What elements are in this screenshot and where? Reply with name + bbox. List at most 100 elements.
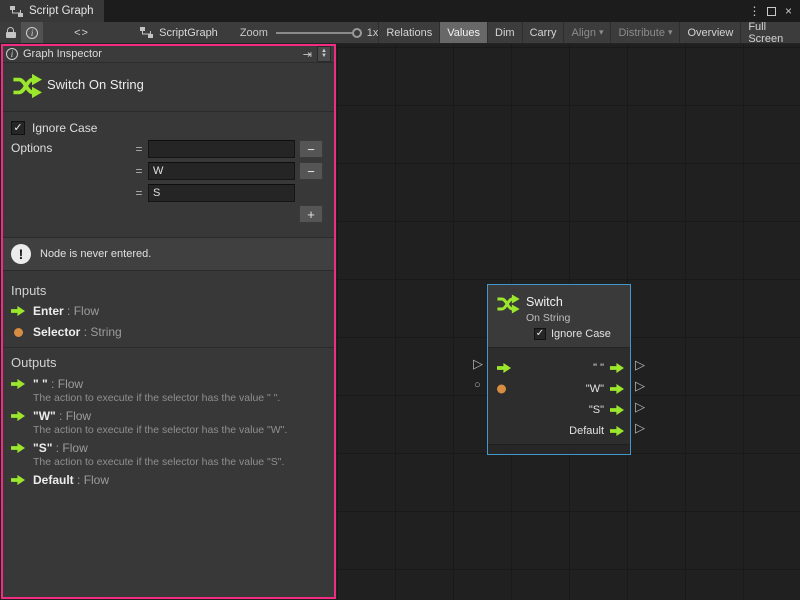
graph-breadcrumb[interactable]: ScriptGraph — [132, 22, 226, 43]
info-icon: i — [26, 27, 38, 39]
graph-inspector-panel: i Graph Inspector ⇥ ▲ ▼ Switch On String… — [1, 44, 336, 599]
output-port-icon[interactable]: ▷ — [635, 400, 645, 413]
node-output-label: "S" — [589, 404, 604, 416]
node-ignore-case-checkbox[interactable]: ✓ — [534, 328, 546, 340]
options-list: = − = − = + + — [130, 138, 323, 224]
selector-input-port-icon[interactable]: ○ — [474, 380, 481, 391]
drag-handle-icon[interactable]: = — [130, 186, 148, 200]
ignore-case-label: Ignore Case — [32, 121, 97, 135]
port-description: The action to execute if the selector ha… — [33, 456, 326, 468]
dim-button[interactable]: Dim — [487, 22, 522, 43]
output-port-icon[interactable]: ▷ — [635, 421, 645, 434]
flow-arrow-icon — [11, 306, 25, 316]
window-controls: ⋮ × — [746, 0, 800, 22]
maximize-icon[interactable] — [763, 3, 780, 20]
flow-arrow-icon[interactable] — [610, 426, 624, 436]
option-input[interactable] — [148, 184, 295, 202]
info-icon: i — [6, 48, 18, 60]
fullscreen-button[interactable]: Full Screen — [740, 22, 800, 43]
node-port-row: "S" — [488, 399, 630, 420]
port-name: "W" — [33, 409, 56, 423]
output-port-row: " " : Flow — [3, 377, 334, 392]
check-icon: ✓ — [13, 123, 22, 134]
warning-text: Node is never entered. — [40, 248, 151, 260]
option-row: = + — [130, 182, 323, 204]
lock-button[interactable] — [0, 22, 21, 43]
output-port-icon[interactable]: ▷ — [635, 379, 645, 392]
zoom-label: Zoom — [240, 22, 268, 43]
option-row: = − — [130, 160, 323, 182]
port-name: "S" — [33, 441, 52, 455]
dock-icon[interactable]: ⇥ — [303, 48, 312, 61]
flow-arrow-icon — [11, 411, 25, 421]
inspected-node-title: Switch On String — [47, 77, 144, 92]
node-footer — [488, 444, 630, 454]
zoom-slider-track — [276, 32, 362, 34]
flow-arrow-icon[interactable] — [497, 363, 511, 373]
scroll-spinner[interactable]: ▲ ▼ — [317, 46, 331, 62]
output-port-row: Default : Flow — [3, 473, 334, 488]
zoom-slider-handle[interactable] — [352, 28, 362, 38]
port-description: The action to execute if the selector ha… — [33, 424, 326, 436]
port-type: Flow — [62, 441, 87, 455]
inputs-section-title: Inputs — [11, 283, 46, 298]
option-input[interactable] — [148, 140, 295, 158]
window-titlebar: Script Graph ⋮ × — [0, 0, 800, 22]
port-name: " " — [33, 377, 48, 391]
value-dot-icon[interactable] — [497, 384, 506, 393]
flow-arrow-icon — [11, 443, 25, 453]
zoom-slider[interactable] — [276, 22, 362, 43]
input-port-row: Selector : String — [3, 325, 334, 340]
align-button[interactable]: Align ▾ — [563, 22, 610, 43]
output-port-icon[interactable]: ▷ — [635, 358, 645, 371]
add-option-button[interactable]: + — [299, 205, 323, 223]
node-header[interactable]: Switch On String ✓ Ignore Case — [488, 285, 630, 348]
flow-arrow-icon[interactable] — [610, 384, 624, 394]
flow-arrow-icon[interactable] — [610, 405, 624, 415]
overview-button[interactable]: Overview — [679, 22, 740, 43]
code-preview-button[interactable]: <> — [67, 22, 96, 43]
close-icon[interactable]: × — [780, 3, 797, 20]
values-button[interactable]: Values — [439, 22, 487, 43]
graph-icon — [10, 6, 23, 17]
relations-button[interactable]: Relations — [378, 22, 439, 43]
tab-title: Script Graph — [29, 5, 94, 17]
switch-icon — [12, 73, 42, 99]
align-label: Align — [571, 27, 595, 39]
inspector-title: Graph Inspector — [23, 48, 102, 60]
node-port-row: "W" — [488, 378, 630, 399]
node-output-label: "W" — [586, 383, 604, 395]
node-subtitle: On String — [526, 312, 570, 324]
option-input[interactable] — [148, 162, 295, 180]
graph-name: ScriptGraph — [159, 27, 218, 39]
input-port-row: Enter : Flow — [3, 304, 334, 319]
remove-option-button[interactable]: − — [299, 140, 323, 158]
flow-arrow-icon — [11, 475, 25, 485]
flow-arrow-icon — [11, 379, 25, 389]
window-menu-icon[interactable]: ⋮ — [746, 3, 763, 20]
flow-arrow-icon[interactable] — [610, 363, 624, 373]
drag-handle-icon[interactable]: = — [130, 142, 148, 156]
port-type: Flow — [84, 473, 109, 487]
option-row: = − — [130, 138, 323, 160]
output-port-row: "S" : Flow — [3, 441, 334, 456]
drag-handle-icon[interactable]: = — [130, 164, 148, 178]
carry-button[interactable]: Carry — [522, 22, 564, 43]
warning-icon: ! — [11, 244, 31, 264]
remove-option-button[interactable]: − — [299, 162, 323, 180]
port-type: Flow — [58, 377, 83, 391]
distribute-button[interactable]: Distribute ▾ — [610, 22, 679, 43]
node-title-section: Switch On String — [3, 63, 334, 112]
port-name: Default — [33, 473, 74, 487]
switch-icon — [496, 294, 520, 314]
scroll-down-icon[interactable]: ▼ — [321, 54, 327, 59]
inspector-toggle-button[interactable]: i — [21, 22, 42, 43]
options-label: Options — [11, 141, 52, 155]
code-icon: <> — [74, 27, 89, 39]
lock-icon — [5, 27, 17, 39]
tab-script-graph[interactable]: Script Graph — [0, 0, 104, 22]
flow-input-port-icon[interactable]: ▷ — [473, 357, 483, 370]
ignore-case-checkbox[interactable]: ✓ — [11, 121, 25, 135]
switch-on-string-node[interactable]: Switch On String ✓ Ignore Case " " — [487, 284, 631, 455]
distribute-label: Distribute — [618, 27, 664, 39]
